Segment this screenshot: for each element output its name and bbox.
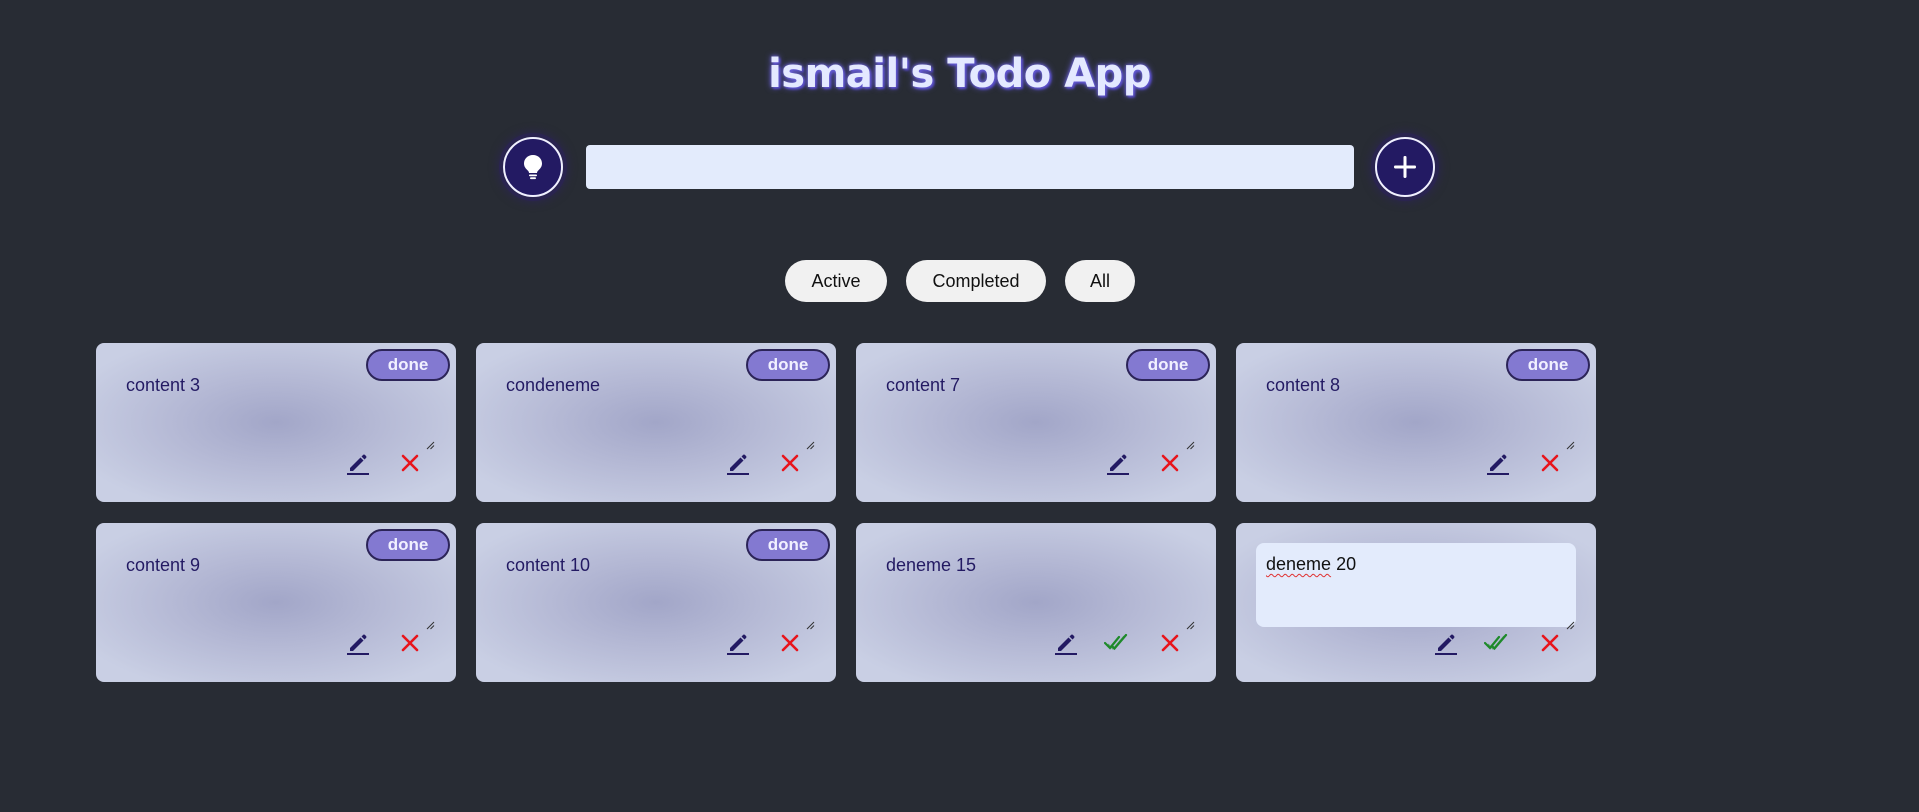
pencil-icon: [346, 451, 370, 475]
delete-button[interactable]: [396, 629, 424, 657]
pencil-icon: [1486, 451, 1510, 475]
edit-button[interactable]: [344, 449, 372, 477]
close-icon: [400, 453, 420, 473]
done-badge: done: [366, 529, 450, 561]
todo-text: content 8: [1266, 375, 1341, 395]
todo-card: content 8 done: [1236, 343, 1596, 502]
lightbulb-icon: [524, 155, 542, 180]
pencil-icon: [1106, 451, 1130, 475]
pencil-icon: [1054, 631, 1078, 655]
delete-button[interactable]: [776, 449, 804, 477]
edit-button[interactable]: [1484, 449, 1512, 477]
delete-button[interactable]: [1536, 449, 1564, 477]
todo-card: deneme 20: [1236, 523, 1596, 682]
todo-card: content 7 done: [856, 343, 1216, 502]
idea-button[interactable]: [503, 137, 563, 197]
resize-handle[interactable]: [1185, 615, 1195, 630]
add-todo-button[interactable]: [1375, 137, 1435, 197]
pencil-icon: [726, 631, 750, 655]
misspelled-word: deneme: [1266, 554, 1332, 574]
resize-handle[interactable]: [425, 435, 435, 450]
close-icon: [780, 633, 800, 653]
pencil-icon: [346, 631, 370, 655]
complete-button[interactable]: [1484, 629, 1512, 657]
delete-button[interactable]: [396, 449, 424, 477]
filter-active-button[interactable]: Active: [785, 260, 887, 302]
todo-edit-textarea[interactable]: deneme 20: [1256, 543, 1576, 627]
double-check-icon: [1104, 632, 1132, 654]
todo-card: content 9 done: [96, 523, 456, 682]
resize-handle[interactable]: [805, 615, 815, 630]
plus-icon: [1394, 156, 1416, 178]
todo-text: content 10: [506, 555, 591, 575]
todo-text: content 3: [126, 375, 201, 395]
double-check-icon: [1484, 632, 1512, 654]
todo-text: content 9: [126, 555, 201, 575]
edit-button[interactable]: [724, 629, 752, 657]
filter-completed-button[interactable]: Completed: [906, 260, 1046, 302]
todo-text: deneme 15: [886, 555, 977, 575]
close-icon: [780, 453, 800, 473]
done-badge: done: [746, 529, 830, 561]
todo-card: deneme 15: [856, 523, 1216, 682]
done-badge: done: [1506, 349, 1590, 381]
pencil-icon: [1434, 631, 1458, 655]
resize-handle[interactable]: [1185, 435, 1195, 450]
todo-card: content 10 done: [476, 523, 836, 682]
close-icon: [1160, 633, 1180, 653]
close-icon: [400, 633, 420, 653]
page-title: ismail's Todo App: [768, 51, 1151, 97]
resize-handle[interactable]: [1565, 615, 1575, 630]
resize-handle[interactable]: [425, 615, 435, 630]
filter-all-button[interactable]: All: [1065, 260, 1135, 302]
edit-button[interactable]: [724, 449, 752, 477]
resize-handle[interactable]: [805, 435, 815, 450]
close-icon: [1540, 453, 1560, 473]
todo-text: condeneme: [506, 375, 601, 395]
edit-button[interactable]: [1432, 629, 1460, 657]
close-icon: [1160, 453, 1180, 473]
edit-button[interactable]: [1052, 629, 1080, 657]
complete-button[interactable]: [1104, 629, 1132, 657]
todo-text: content 7: [886, 375, 961, 395]
delete-button[interactable]: [1536, 629, 1564, 657]
todo-app: ismail's Todo App Active Completed All c…: [0, 0, 1919, 812]
done-badge: done: [746, 349, 830, 381]
todo-input[interactable]: [586, 145, 1354, 189]
delete-button[interactable]: [776, 629, 804, 657]
todo-card: content 3 done: [96, 343, 456, 502]
close-icon: [1540, 633, 1560, 653]
edit-button[interactable]: [344, 629, 372, 657]
pencil-icon: [726, 451, 750, 475]
delete-button[interactable]: [1156, 629, 1184, 657]
todo-edit-text: 20: [1331, 554, 1357, 574]
edit-button[interactable]: [1104, 449, 1132, 477]
resize-handle[interactable]: [1565, 435, 1575, 450]
done-badge: done: [1126, 349, 1210, 381]
todo-card: condeneme done: [476, 343, 836, 502]
done-badge: done: [366, 349, 450, 381]
delete-button[interactable]: [1156, 449, 1184, 477]
